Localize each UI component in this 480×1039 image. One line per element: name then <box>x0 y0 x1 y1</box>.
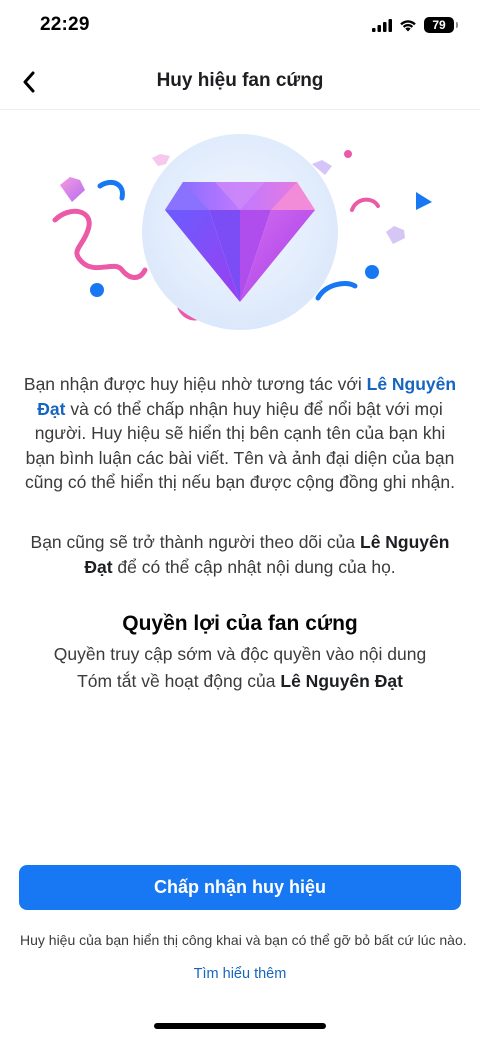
benefit-item: Quyền truy cập sớm và độc quyền vào nội … <box>53 644 427 664</box>
benefit-item: Tóm tắt về hoạt động của Lê Nguyên Đạt <box>0 671 480 692</box>
status-icons: 79 <box>372 17 458 33</box>
learn-more-link[interactable]: Tìm hiểu thêm <box>0 966 480 982</box>
follow-text-1: Bạn cũng sẽ trở thành người theo dõi của <box>30 532 360 552</box>
description-text-2: và có thể chấp nhận huy hiệu để nổi bật … <box>25 398 455 493</box>
benefits-title: Quyền lợi của fan cứng <box>122 612 358 635</box>
home-indicator[interactable] <box>154 1023 326 1029</box>
cellular-signal-icon <box>372 18 392 32</box>
page-title: Huy hiệu fan cứng <box>156 70 324 91</box>
follow-description: Bạn cũng sẽ trở thành người theo dõi của… <box>20 530 460 579</box>
benefit-profile-name: Lê Nguyên Đạt <box>280 671 403 691</box>
battery-indicator: 79 <box>424 17 458 33</box>
follow-text-2: để có thể cập nhật nội dung của họ. <box>112 556 396 577</box>
badge-illustration <box>0 120 480 340</box>
benefit-item-text: Tóm tắt về hoạt động của <box>77 671 281 691</box>
badge-description: Bạn nhận được huy hiệu nhờ tương tác với… <box>20 372 460 495</box>
diamond-badge-icon <box>165 182 315 302</box>
accept-badge-button[interactable]: Chấp nhận huy hiệu <box>19 865 461 910</box>
navigation-bar: Huy hiệu fan cứng <box>0 54 480 110</box>
status-bar: 22:29 79 <box>0 0 480 54</box>
wifi-icon <box>400 19 416 31</box>
status-time: 22:29 <box>40 14 90 35</box>
visibility-note: Huy hiệu của bạn hiển thị công khai và b… <box>20 932 467 948</box>
description-text-1: Bạn nhận được huy hiệu nhờ tương tác với <box>23 374 367 394</box>
